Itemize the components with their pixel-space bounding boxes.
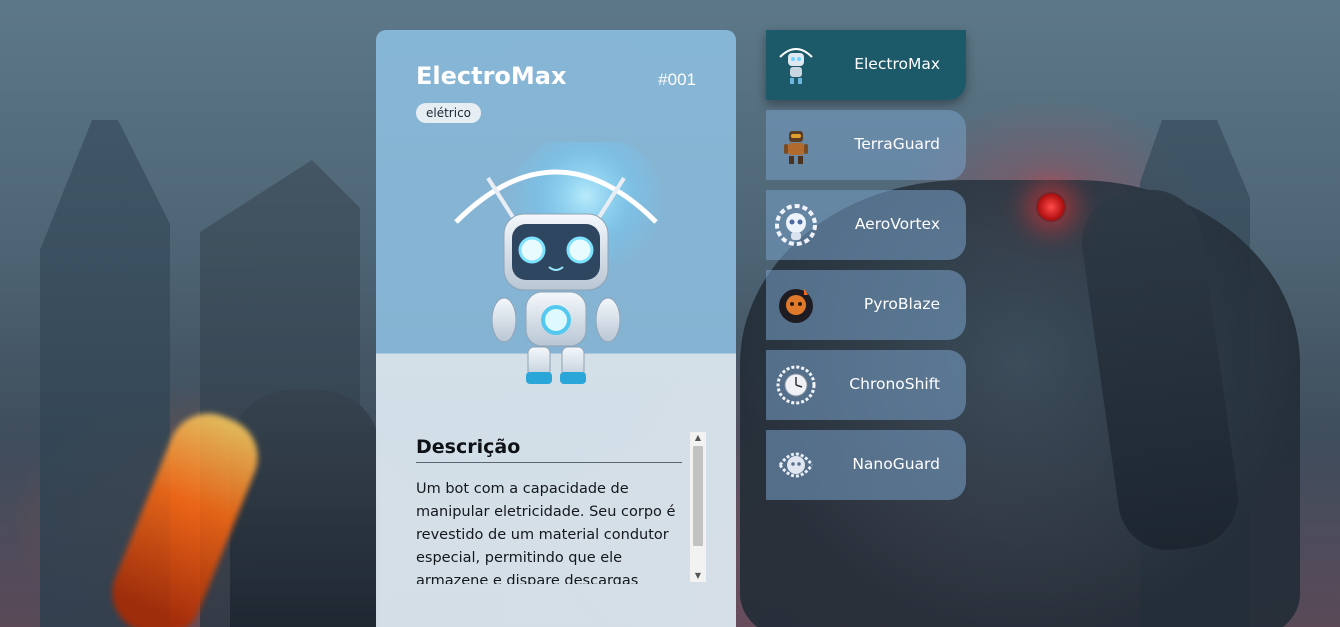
robot-item-label: TerraGuard bbox=[854, 135, 940, 153]
robot-item-nanoguard[interactable]: NanoGuard bbox=[766, 430, 966, 500]
robot-item-label: ElectroMax bbox=[854, 55, 940, 73]
robot-item-terraguard[interactable]: TerraGuard bbox=[766, 110, 966, 180]
background-robot-eye bbox=[1036, 192, 1066, 222]
robot-terraguard-icon bbox=[784, 131, 808, 164]
robot-electromax-icon bbox=[779, 48, 813, 84]
description-heading: Descrição bbox=[416, 436, 682, 463]
scroll-down-arrow-icon[interactable]: ▼ bbox=[690, 570, 706, 582]
robot-item-aerovortex[interactable]: AeroVortex bbox=[766, 190, 966, 260]
robot-item-label: AeroVortex bbox=[854, 215, 940, 233]
robot-item-pyroblaze[interactable]: PyroBlaze bbox=[766, 270, 966, 340]
robot-item-label: PyroBlaze bbox=[863, 295, 940, 313]
robot-item-chronoshift[interactable]: ChronoShift bbox=[766, 350, 966, 420]
robot-selector-list: ElectroMax TerraGuard AeroVortex PyroBla… bbox=[766, 30, 966, 510]
robot-detail-card: ElectroMax #001 elétrico Descrição Um bo… bbox=[376, 30, 736, 627]
scrollbar-thumb[interactable] bbox=[693, 446, 703, 546]
description-text: Um bot com a capacidade de manipular ele… bbox=[416, 481, 676, 584]
scroll-up-arrow-icon[interactable]: ▲ bbox=[690, 432, 706, 444]
description-scroll-area[interactable]: Um bot com a capacidade de manipular ele… bbox=[416, 478, 684, 584]
robot-nanoguard-icon bbox=[778, 452, 814, 478]
robot-name: ElectroMax bbox=[416, 62, 567, 90]
robot-item-electromax[interactable]: ElectroMax bbox=[766, 30, 966, 100]
description-scrollbar[interactable]: ▲ ▼ bbox=[690, 432, 706, 582]
type-badge: elétrico bbox=[416, 103, 482, 123]
robot-aerovortex-icon bbox=[775, 204, 817, 246]
robot-chronoshift-icon bbox=[776, 365, 816, 405]
robot-number: #001 bbox=[658, 70, 696, 89]
background-robot-left-arm bbox=[230, 390, 380, 627]
robot-item-label: ChronoShift bbox=[849, 375, 940, 393]
robot-pyroblaze-icon bbox=[779, 289, 813, 323]
robot-illustration bbox=[454, 142, 666, 384]
robot-item-label: NanoGuard bbox=[852, 455, 940, 473]
